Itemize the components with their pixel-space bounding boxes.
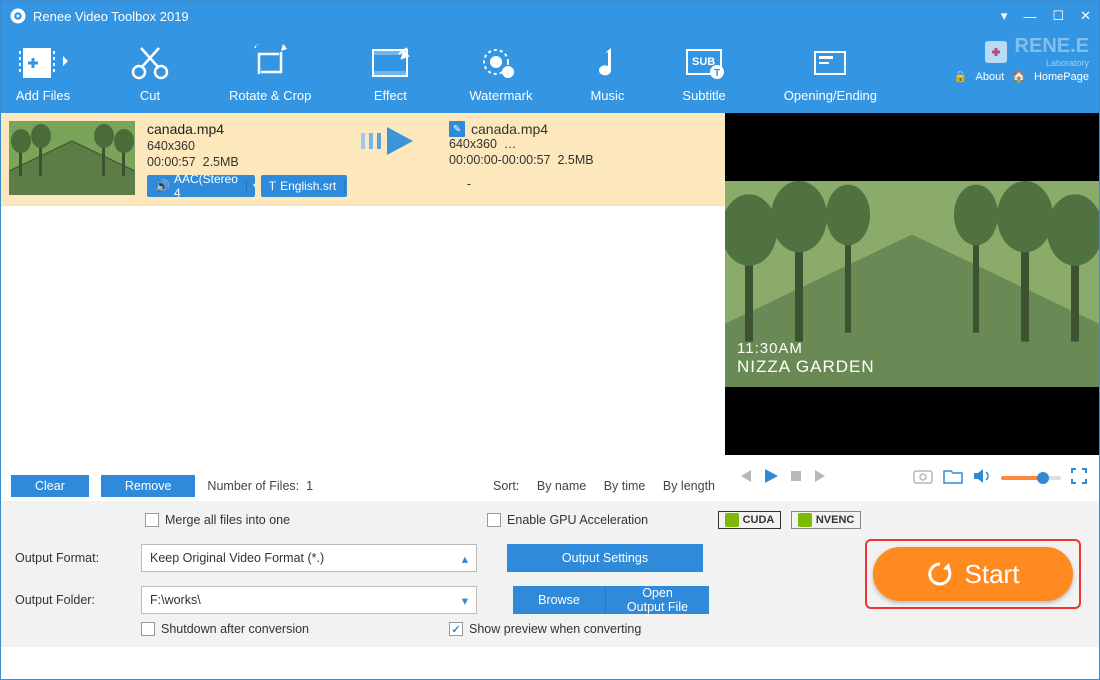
- toolbar-watermark[interactable]: Watermark: [469, 42, 532, 103]
- svg-text:T: T: [714, 68, 720, 79]
- list-controls: Clear Remove Number of Files: 1 Sort: By…: [1, 471, 725, 501]
- toolbar-label: Cut: [140, 88, 160, 103]
- output-folder-label: Output Folder:: [15, 593, 131, 607]
- gpu-checkbox[interactable]: Enable GPU Acceleration: [487, 513, 648, 527]
- clear-button[interactable]: Clear: [11, 475, 89, 497]
- output-settings-button[interactable]: Output Settings: [507, 544, 703, 572]
- output-format-label: Output Format:: [15, 551, 131, 565]
- minimize-button[interactable]: —: [1023, 9, 1036, 24]
- subtitle-icon: SUBT: [683, 42, 725, 84]
- output-format-select[interactable]: Keep Original Video Format (*.) ▴: [141, 544, 477, 572]
- preview-video[interactable]: 11:30AM NIZZA GARDEN: [725, 113, 1099, 455]
- output-folder-select[interactable]: F:\works\ ▾: [141, 586, 477, 614]
- main-toolbar: Add Files Cut Rotate & Crop Effect Water…: [1, 31, 1099, 113]
- effect-icon: [369, 42, 411, 84]
- start-highlight: Start: [865, 539, 1081, 609]
- toolbar-label: Rotate & Crop: [229, 88, 311, 103]
- preview-playbar: [725, 455, 1099, 501]
- dropdown-icon[interactable]: ▾: [1001, 8, 1008, 24]
- chevron-down-icon[interactable]: ▾: [344, 179, 347, 193]
- file-list: canada.mp4 640x360 00:00:57 2.5MB 🔊 AAC(…: [1, 113, 725, 471]
- prev-button[interactable]: [737, 468, 753, 489]
- output-resolution: 640x360 …: [449, 137, 717, 151]
- rotate-crop-icon: [249, 42, 291, 84]
- close-button[interactable]: ✕: [1080, 8, 1091, 24]
- browse-button[interactable]: Browse: [513, 586, 605, 614]
- output-range-size: 00:00:00-00:00:57 2.5MB: [449, 153, 717, 167]
- home-icon: 🏠: [1012, 70, 1026, 83]
- toolbar-music[interactable]: Music: [590, 42, 624, 103]
- toolbar-cut[interactable]: Cut: [129, 42, 171, 103]
- cuda-badge: CUDA: [718, 511, 782, 529]
- toolbar-opening-ending[interactable]: Opening/Ending: [784, 42, 877, 103]
- toolbar-label: Opening/Ending: [784, 88, 877, 103]
- toolbar-label: Effect: [374, 88, 407, 103]
- start-button[interactable]: Start: [873, 547, 1073, 601]
- file-thumbnail: [9, 121, 135, 195]
- homepage-link[interactable]: HomePage: [1034, 71, 1089, 83]
- fullscreen-button[interactable]: [1071, 468, 1087, 489]
- app-logo-icon: [9, 7, 27, 25]
- open-folder-button[interactable]: [943, 468, 963, 489]
- toolbar-rotate-crop[interactable]: Rotate & Crop: [229, 42, 311, 103]
- about-link[interactable]: About: [976, 71, 1005, 83]
- svg-text:SUB: SUB: [692, 56, 715, 68]
- volume-slider[interactable]: [1001, 476, 1061, 480]
- file-name: canada.mp4: [147, 121, 347, 137]
- merge-checkbox[interactable]: Merge all files into one: [145, 513, 290, 527]
- toolbar-add-files[interactable]: Add Files: [15, 42, 71, 103]
- snapshot-button[interactable]: [913, 468, 933, 489]
- music-icon: [591, 42, 623, 84]
- title-bar: Renee Video Toolbox 2019 ▾ — ☐ ✕: [1, 1, 1099, 31]
- preview-panel: 11:30AM NIZZA GARDEN: [725, 113, 1099, 501]
- output-file-name: ✎ canada.mp4: [449, 121, 717, 137]
- stop-button[interactable]: [789, 469, 803, 488]
- lock-icon: 🔒: [954, 70, 968, 83]
- edit-icon[interactable]: ✎: [449, 121, 465, 137]
- cut-icon: [129, 42, 171, 84]
- output-placeholder: -: [449, 177, 489, 191]
- watermark-icon: [480, 42, 522, 84]
- bottom-panel: Merge all files into one Enable GPU Acce…: [1, 501, 1099, 647]
- maximize-button[interactable]: ☐: [1052, 8, 1064, 24]
- sort-by-length[interactable]: By length: [663, 479, 715, 493]
- brand-shield-icon: [983, 39, 1009, 65]
- show-preview-checkbox[interactable]: Show preview when converting: [449, 622, 641, 636]
- open-output-button[interactable]: Open Output File: [605, 586, 709, 614]
- toolbar-label: Music: [590, 88, 624, 103]
- file-resolution: 640x360: [147, 139, 347, 153]
- shutdown-checkbox[interactable]: Shutdown after conversion: [141, 622, 309, 636]
- volume-icon[interactable]: [973, 468, 991, 489]
- toolbar-subtitle[interactable]: SUBT Subtitle: [682, 42, 725, 103]
- opening-ending-icon: [809, 42, 851, 84]
- nvenc-badge: NVENC: [791, 511, 862, 529]
- chevron-up-icon: ▴: [462, 551, 468, 566]
- file-row[interactable]: canada.mp4 640x360 00:00:57 2.5MB 🔊 AAC(…: [1, 113, 725, 206]
- file-count: Number of Files: 1: [207, 479, 313, 493]
- sort-by-name[interactable]: By name: [537, 479, 586, 493]
- chevron-down-icon[interactable]: ▾: [246, 179, 255, 193]
- audio-pill[interactable]: 🔊 AAC(Stereo 4▾: [147, 175, 255, 197]
- add-files-icon: [15, 42, 71, 84]
- refresh-icon: [927, 561, 953, 587]
- subtitle-pill[interactable]: T English.srt▾: [261, 175, 347, 197]
- toolbar-label: Watermark: [469, 88, 532, 103]
- sort-controls: Sort: By name By time By length: [479, 479, 715, 493]
- preview-overlay-text: 11:30AM NIZZA GARDEN: [737, 340, 875, 377]
- play-button[interactable]: [763, 468, 779, 489]
- app-title: Renee Video Toolbox 2019: [33, 9, 189, 24]
- brand-block: RENE.E Laboratory 🔒 About 🏠 HomePage: [954, 35, 1089, 83]
- toolbar-effect[interactable]: Effect: [369, 42, 411, 103]
- toolbar-label: Subtitle: [682, 88, 725, 103]
- brand-name: RENE.E: [1015, 35, 1089, 58]
- conversion-arrow-icon: [347, 121, 437, 161]
- chevron-down-icon: ▾: [462, 593, 468, 608]
- toolbar-label: Add Files: [16, 88, 70, 103]
- remove-button[interactable]: Remove: [101, 475, 196, 497]
- next-button[interactable]: [813, 468, 829, 489]
- brand-sub: Laboratory: [1015, 58, 1089, 68]
- sort-by-time[interactable]: By time: [604, 479, 646, 493]
- file-duration-size: 00:00:57 2.5MB: [147, 155, 347, 169]
